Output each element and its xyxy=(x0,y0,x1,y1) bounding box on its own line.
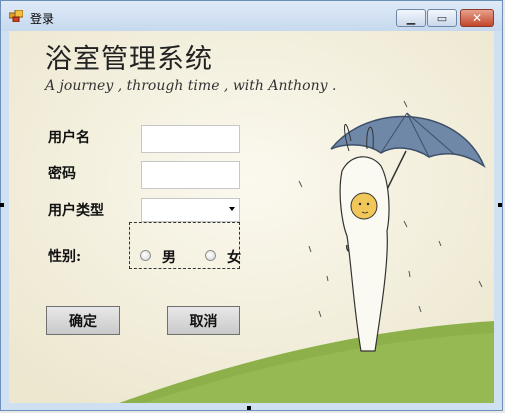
username-input[interactable] xyxy=(141,125,240,153)
resize-handle-bottom[interactable] xyxy=(247,406,251,410)
gender-male-label[interactable]: 男 xyxy=(162,247,176,267)
minimize-icon: ▁ xyxy=(406,11,416,25)
close-icon: ✕ xyxy=(471,11,483,25)
gender-label: 性别: xyxy=(48,249,82,265)
maximize-icon: ▭ xyxy=(436,11,448,25)
app-title: 浴室管理系统 xyxy=(45,44,213,75)
dropdown-arrow-icon xyxy=(229,207,235,211)
maximize-button[interactable]: ▭ xyxy=(427,9,457,27)
user-type-select[interactable] xyxy=(141,198,240,222)
gender-female-label[interactable]: 女 xyxy=(227,247,241,267)
gender-male-radio[interactable] xyxy=(140,250,151,261)
password-label: 密码 xyxy=(48,166,76,182)
minimize-button[interactable]: ▁ xyxy=(396,9,426,27)
username-label: 用户名 xyxy=(48,130,90,146)
close-button[interactable]: ✕ xyxy=(460,9,494,27)
resize-handle-right[interactable] xyxy=(498,203,502,207)
client-area: 浴室管理系统 A journey , through time , with A… xyxy=(9,31,494,403)
user-type-label: 用户类型 xyxy=(48,203,104,219)
cancel-button[interactable]: 取消 xyxy=(167,306,240,335)
gender-group xyxy=(129,222,240,269)
resize-handle-left[interactable] xyxy=(0,203,4,207)
title-bar[interactable]: 登录 ▁ ▭ ✕ xyxy=(1,1,502,31)
login-window: 登录 ▁ ▭ ✕ 浴室管理系统 A journey , through time… xyxy=(0,0,503,411)
password-input[interactable] xyxy=(141,161,240,189)
ok-button[interactable]: 确定 xyxy=(46,306,120,335)
window-title: 登录 xyxy=(30,12,55,26)
app-window-icon xyxy=(9,10,23,22)
tagline: A journey , through time , with Anthony … xyxy=(45,78,337,94)
gender-female-radio[interactable] xyxy=(205,250,216,261)
